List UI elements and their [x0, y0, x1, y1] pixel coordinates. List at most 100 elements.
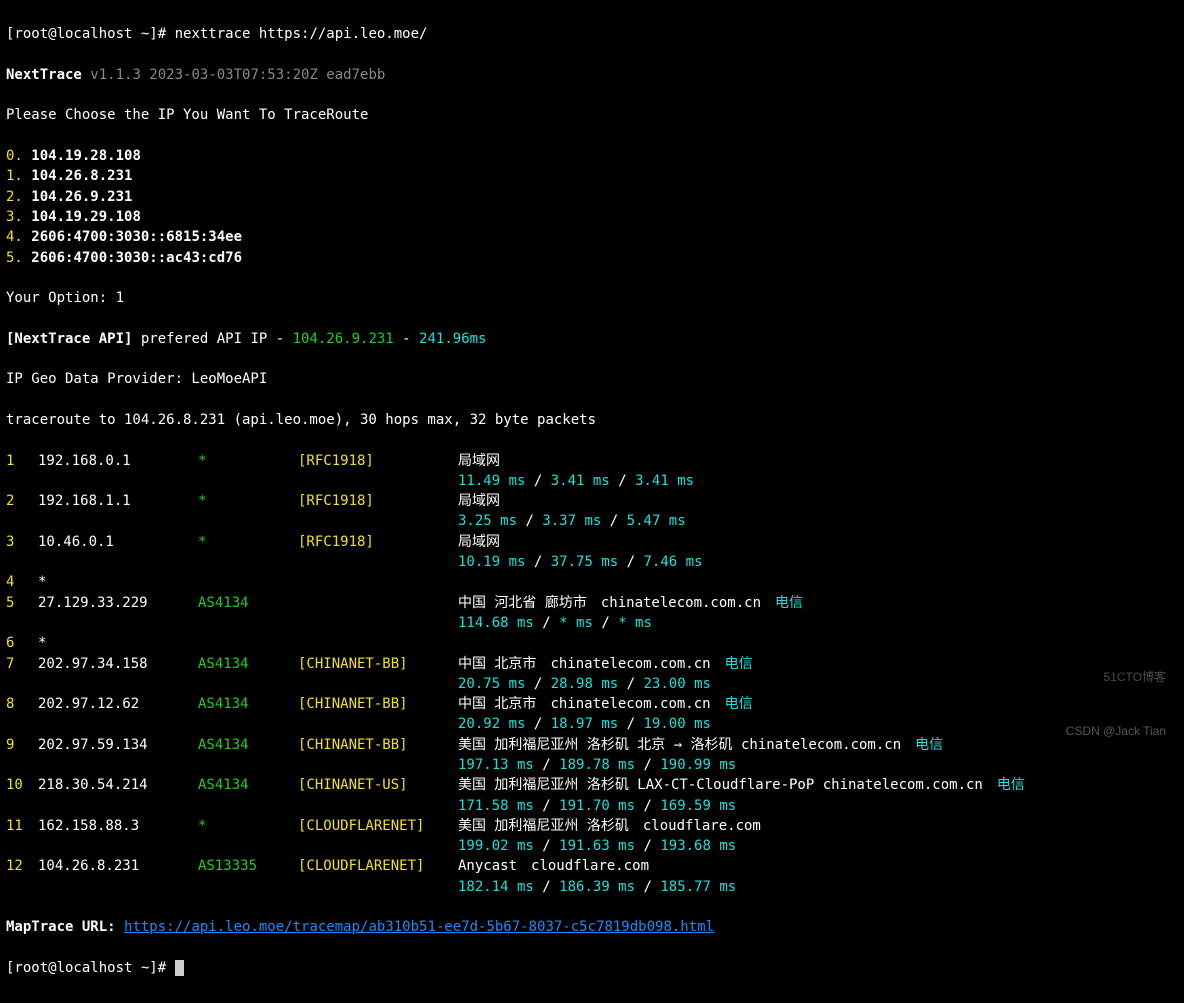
- choose-prompt: Please Choose the IP You Want To TraceRo…: [6, 107, 368, 123]
- hop-asn: AS4134: [198, 593, 298, 613]
- hop-number: 3: [6, 532, 38, 552]
- hop-isp: 电信: [725, 696, 753, 712]
- hop-rtt: 20.75 ms: [458, 676, 525, 692]
- hop-rtt: * ms: [559, 615, 593, 631]
- hop-tag: [RFC1918]: [298, 451, 458, 471]
- shell-prompt: [root@localhost ~]#: [6, 26, 166, 42]
- your-option-label: Your Option:: [6, 290, 116, 306]
- hop-tag: [CHINANET-US]: [298, 775, 458, 795]
- hop-location: 局域网: [458, 493, 500, 509]
- hop-location: 局域网: [458, 534, 500, 550]
- option-index: 2.: [6, 189, 23, 205]
- hop-ip: 202.97.59.134: [38, 735, 198, 755]
- hop-asn: AS4134: [198, 654, 298, 674]
- hop-asn: *: [198, 451, 298, 471]
- hop-location: Anycast: [458, 858, 517, 874]
- api-ip: 104.26.9.231: [293, 331, 394, 347]
- hop-rtt: 197.13 ms: [458, 757, 534, 773]
- hop-rtt: 169.59 ms: [660, 798, 736, 814]
- option-ip: 104.26.9.231: [31, 189, 132, 205]
- hop-ip: 218.30.54.214: [38, 775, 198, 795]
- hop-timeout: *: [38, 635, 46, 651]
- shell-prompt: [root@localhost ~]#: [6, 960, 166, 976]
- option-ip: 104.19.28.108: [31, 148, 141, 164]
- hop-isp: 电信: [775, 595, 803, 611]
- hop-tag: [RFC1918]: [298, 491, 458, 511]
- option-index: 4.: [6, 229, 23, 245]
- hop-location: 中国 北京市: [458, 656, 536, 672]
- your-option-value: 1: [116, 290, 124, 306]
- option-index: 3.: [6, 209, 23, 225]
- hop-rtt: 3.25 ms: [458, 513, 517, 529]
- hop-ip: 162.158.88.3: [38, 816, 198, 836]
- maptrace-url[interactable]: https://api.leo.moe/tracemap/ab310b51-ee…: [124, 919, 714, 935]
- hop-number: 6: [6, 633, 38, 653]
- hop-location: 美国 加利福尼亚州 洛杉矶 LAX-CT-Cloudflare-PoP chin…: [458, 777, 983, 793]
- hop-rtt: 10.19 ms: [458, 554, 525, 570]
- hop-tag: [RFC1918]: [298, 532, 458, 552]
- cursor: [175, 960, 184, 976]
- hop-location: 中国 河北省 廊坊市: [458, 595, 587, 611]
- hop-ip: 10.46.0.1: [38, 532, 198, 552]
- option-ip: 104.19.29.108: [31, 209, 141, 225]
- api-sep: -: [394, 331, 419, 347]
- hop-rtt: 19.00 ms: [644, 716, 711, 732]
- hop-asn: AS4134: [198, 775, 298, 795]
- hop-ip: 202.97.34.158: [38, 654, 198, 674]
- hop-location: 中国 北京市: [458, 696, 536, 712]
- maptrace-label: MapTrace URL:: [6, 919, 124, 935]
- hop-ip: 192.168.1.1: [38, 491, 198, 511]
- option-index: 0.: [6, 148, 23, 164]
- watermark-csdn: CSDN @Jack Tian: [1066, 723, 1166, 740]
- hop-number: 9: [6, 735, 38, 755]
- hop-number: 10: [6, 775, 38, 795]
- hop-rtt: 3.41 ms: [635, 473, 694, 489]
- geo-provider: IP Geo Data Provider: LeoMoeAPI: [6, 371, 267, 387]
- hop-asn: *: [198, 491, 298, 511]
- hop-number: 4: [6, 572, 38, 592]
- hop-number: 2: [6, 491, 38, 511]
- hop-number: 11: [6, 816, 38, 836]
- hop-isp: 电信: [997, 777, 1025, 793]
- hop-rtt: 23.00 ms: [644, 676, 711, 692]
- option-ip: 104.26.8.231: [31, 168, 132, 184]
- hop-isp: 电信: [915, 737, 943, 753]
- hop-tag: [CLOUDFLARENET]: [298, 856, 458, 876]
- hop-rtt: 193.68 ms: [660, 838, 736, 854]
- hop-rtt: 28.98 ms: [551, 676, 618, 692]
- hop-isp: 电信: [725, 656, 753, 672]
- hop-rtt: 189.78 ms: [559, 757, 635, 773]
- hop-rtt: 186.39 ms: [559, 879, 635, 895]
- hop-asn: *: [198, 532, 298, 552]
- hop-domain: cloudflare.com: [643, 818, 761, 834]
- app-name: NextTrace: [6, 67, 82, 83]
- hop-tag: [CHINANET-BB]: [298, 654, 458, 674]
- hop-rtt: 3.37 ms: [542, 513, 601, 529]
- terminal-output[interactable]: [root@localhost ~]# nexttrace https://ap…: [0, 0, 1184, 1003]
- api-msg: prefered API IP -: [132, 331, 292, 347]
- app-version: v1.1.3 2023-03-03T07:53:20Z ead7ebb: [90, 67, 385, 83]
- hop-rtt: 185.77 ms: [660, 879, 736, 895]
- hop-domain: cloudflare.com: [531, 858, 649, 874]
- hop-number: 1: [6, 451, 38, 471]
- hop-rtt: 191.63 ms: [559, 838, 635, 854]
- hop-domain: chinatelecom.com.cn: [550, 696, 710, 712]
- hop-timeout: *: [38, 574, 46, 590]
- hop-rtt: 191.70 ms: [559, 798, 635, 814]
- watermark-51cto: 51CTO博客: [1104, 669, 1166, 686]
- hop-asn: AS4134: [198, 735, 298, 755]
- hop-ip: 104.26.8.231: [38, 856, 198, 876]
- option-index: 5.: [6, 250, 23, 266]
- option-ip: 2606:4700:3030::6815:34ee: [31, 229, 242, 245]
- option-index: 1.: [6, 168, 23, 184]
- api-label: [NextTrace API]: [6, 331, 132, 347]
- hop-ip: 192.168.0.1: [38, 451, 198, 471]
- hop-ip: 27.129.33.229: [38, 593, 198, 613]
- hop-number: 12: [6, 856, 38, 876]
- traceroute-header: traceroute to 104.26.8.231 (api.leo.moe)…: [6, 412, 596, 428]
- hop-domain: chinatelecom.com.cn: [550, 656, 710, 672]
- hop-tag: [CHINANET-BB]: [298, 735, 458, 755]
- hop-location: 美国 加利福尼亚州 洛杉矶: [458, 818, 629, 834]
- hop-asn: AS4134: [198, 694, 298, 714]
- hop-rtt: 114.68 ms: [458, 615, 534, 631]
